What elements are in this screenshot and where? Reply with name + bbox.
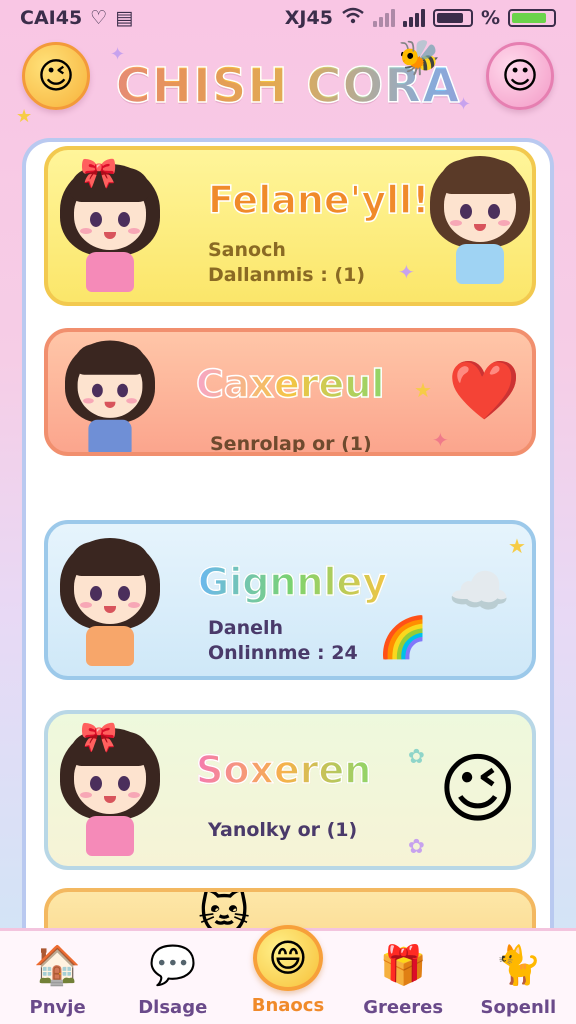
nav-label: Sopenll: [480, 997, 557, 1018]
smile-face-icon: ☺: [501, 55, 539, 97]
nav-label: Pnvje: [29, 997, 86, 1018]
game-card[interactable]: 🎀 Soxeren Yanolky or (1) 😉 ✿ ✿: [44, 710, 536, 870]
character-girl-icon: 🎀: [56, 718, 164, 866]
status-bar: CAI45 ♡ ▤ XJ45 %: [0, 0, 576, 36]
game-card[interactable]: Gignnley Danelh Onlinnme : 24 ☁️ 🌈 ★: [44, 520, 536, 680]
flower-icon: ✿: [408, 834, 425, 858]
sparkle-icon: ✦: [456, 94, 472, 115]
sparkle-icon: ✦: [432, 428, 449, 452]
sparkle-icon: ✦: [398, 260, 415, 284]
battery-percent: %: [480, 7, 500, 29]
nav-label: Bnaocs: [251, 995, 325, 1016]
card-line: Senrolap or (1): [210, 433, 372, 455]
cat-icon: 🐱: [198, 888, 251, 928]
star-icon: ★: [16, 106, 33, 127]
character-girl-icon: 🎀: [56, 154, 164, 302]
vibrate-icon: ♡: [90, 7, 108, 29]
status-time: XJ45: [284, 7, 333, 29]
smiley-icon: 😄: [252, 925, 323, 991]
status-right: XJ45 %: [285, 7, 556, 30]
cat-icon: 🐈: [494, 942, 542, 987]
bubble-icon: 💬: [149, 942, 197, 987]
flower-icon: ✿: [408, 744, 425, 768]
star-icon: ★: [414, 378, 432, 402]
card-line: Dallanmis : (1): [208, 264, 366, 286]
status-carrier: CAI45: [20, 7, 83, 29]
wifi-icon: [341, 7, 365, 30]
card-subtitle: Danelh Onlinnme : 24: [208, 616, 358, 666]
game-card[interactable]: Caxereul Senrolap or (1) ❤️ ★ ✦: [44, 328, 536, 456]
nav-item-play[interactable]: 😄 Bnaocs: [236, 925, 340, 1016]
character-girl-icon: [56, 528, 164, 676]
card-subtitle: Yanolky or (1): [208, 818, 357, 843]
card-title: Gignnley: [197, 559, 388, 605]
status-left: CAI45 ♡ ▤: [20, 7, 133, 29]
card-line: Danelh: [208, 617, 284, 639]
app-header: 😉 CHISH CORA 🐝 ☺ ✦ ✦ ★: [0, 36, 576, 136]
sparkle-icon: ✦: [110, 44, 126, 65]
card-title: Felane'yll!: [207, 177, 430, 223]
signal-strong-icon: [402, 9, 425, 27]
sim-icon: ▤: [115, 7, 134, 29]
house-icon: 🏠: [33, 942, 82, 987]
nav-item-home[interactable]: 🏠 Pnvje: [6, 937, 110, 1019]
right-mascot-button[interactable]: ☺: [486, 42, 554, 110]
game-card[interactable]: 🐱: [44, 888, 536, 928]
cloud-ghost-icon: ☁️: [448, 562, 511, 620]
character-girl-icon: [426, 150, 532, 296]
nav-item-messages[interactable]: 💬 Dlsage: [121, 937, 225, 1019]
nav-label: Greeres: [363, 997, 444, 1018]
card-title: Soxeren: [195, 747, 372, 793]
card-title: Caxereul: [195, 361, 385, 407]
wink-smiley-icon: 😉: [438, 744, 518, 833]
game-card[interactable]: 🎀 Felane'yll! Sanoch Dallanmis : (1) ✦: [44, 146, 536, 306]
rainbow-icon: 🌈: [378, 615, 428, 661]
rainbow-heart-icon: ❤️: [448, 356, 521, 424]
gift-box-icon: 🎁: [379, 942, 427, 987]
battery-icon: [432, 9, 473, 27]
card-line: Onlinnme : 24: [208, 642, 358, 664]
bottom-nav: 🏠 Pnvje 💬 Dlsage 😄 Bnaocs 🎁 Greeres 🐈 So…: [0, 925, 576, 1024]
card-list[interactable]: 🎀 Felane'yll! Sanoch Dallanmis : (1) ✦ C…: [22, 138, 554, 928]
card-line: Yanolky or (1): [208, 819, 358, 841]
card-subtitle: Senrolap or (1): [210, 432, 372, 455]
battery-charge-icon: [508, 9, 556, 27]
card-subtitle: Sanoch Dallanmis : (1): [208, 238, 365, 288]
nav-item-profile[interactable]: 🐈 Sopenll: [466, 937, 570, 1019]
bee-icon: 🐝: [398, 38, 441, 78]
nav-item-gifts[interactable]: 🎁 Greeres: [351, 937, 455, 1019]
character-girl-icon: [61, 332, 158, 452]
nav-label: Dlsage: [138, 997, 208, 1018]
star-icon: ★: [508, 534, 526, 558]
signal-weak-icon: [372, 9, 395, 27]
card-line: Sanoch: [208, 239, 286, 261]
